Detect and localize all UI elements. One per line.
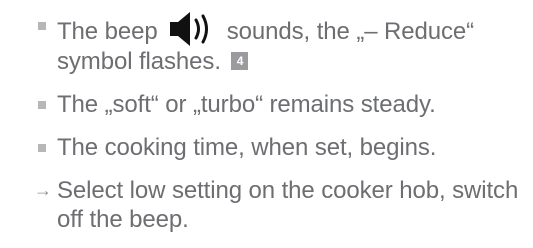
speaker-beep-icon — [170, 12, 209, 46]
square-bullet — [38, 101, 46, 109]
list-item: The cooking time, when set, begins. — [38, 133, 528, 162]
item-text: The cooking time, when set, begins. — [57, 134, 437, 161]
square-bullet — [38, 144, 46, 152]
item-text: Select low setting on the cooker hob, sw… — [57, 177, 519, 233]
square-bullet — [38, 22, 46, 30]
list-item: The beep sounds, the „– Reduce“ symbol f… — [38, 11, 528, 76]
item-text-before-icon: The beep — [57, 18, 158, 45]
list-item: The „soft“ or „turbo“ remains steady. — [38, 90, 528, 119]
list-item: → Select low setting on the cooker hob, … — [34, 176, 528, 234]
item-text: The „soft“ or „turbo“ remains steady. — [57, 91, 436, 118]
arrow-marker-icon: → — [34, 180, 52, 200]
instruction-list: The beep sounds, the „– Reduce“ symbol f… — [34, 0, 528, 234]
figure-reference-badge: 4 — [231, 52, 249, 70]
